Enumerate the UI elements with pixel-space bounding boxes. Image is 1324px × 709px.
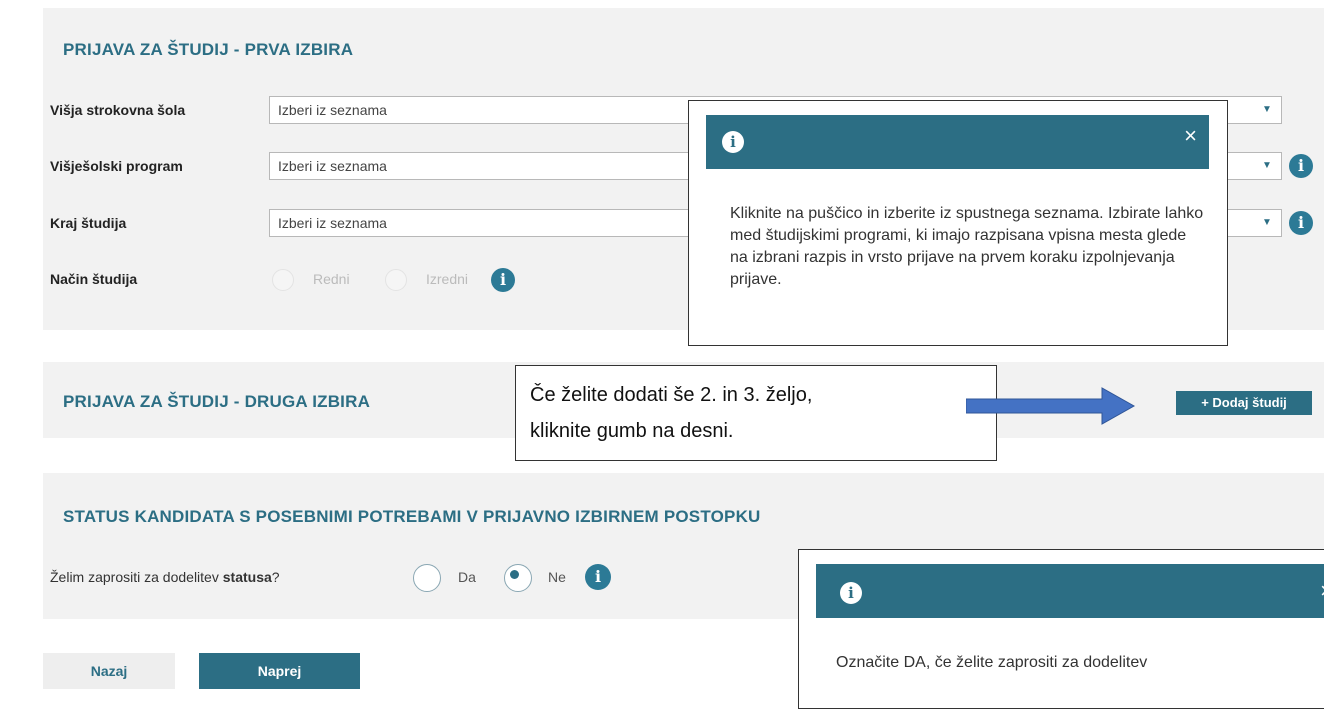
- status-info-popup: i × Označite DA, če želite zaprositi za …: [798, 549, 1324, 709]
- chevron-down-icon[interactable]: ▼: [1253, 97, 1281, 123]
- program-info-popup: i × Kliknite na puščico in izberite iz s…: [688, 100, 1228, 346]
- chevron-down-icon[interactable]: ▼: [1253, 153, 1281, 179]
- pointer-arrow-icon: [966, 387, 1136, 425]
- back-button[interactable]: Nazaj: [43, 653, 175, 689]
- info-icon[interactable]: i: [585, 564, 611, 590]
- popup-text: Označite DA, če želite zaprositi za dode…: [836, 654, 1148, 671]
- part-time-radio-label: Izredni: [426, 271, 469, 287]
- study-mode-label: Način študija: [50, 271, 138, 287]
- status-yes-radio[interactable]: [413, 564, 441, 592]
- callout-line-2: kliknite gumb na desni.: [530, 420, 734, 442]
- close-icon[interactable]: ×: [1184, 125, 1197, 147]
- study-location-select-value: Izberi iz seznama: [278, 215, 387, 231]
- status-question-bold: statusa: [222, 569, 272, 585]
- status-question-text: Želim zaprositi za dodelitev: [50, 569, 223, 585]
- program-label: Višješolski program: [50, 158, 183, 174]
- status-no-label: Ne: [548, 569, 566, 585]
- second-choice-title: PRIJAVA ZA ŠTUDIJ - DRUGA IZBIRA: [63, 392, 371, 411]
- status-question-mark: ?: [271, 569, 280, 585]
- next-button[interactable]: Naprej: [199, 653, 360, 689]
- regular-radio[interactable]: [272, 269, 294, 291]
- first-choice-title: PRIJAVA ZA ŠTUDIJ - PRVA IZBIRA: [63, 40, 354, 59]
- info-icon: i: [722, 131, 744, 153]
- higher-school-select-value: Izberi iz seznama: [278, 102, 387, 118]
- higher-school-label: Višja strokovna šola: [50, 102, 186, 118]
- program-select-value: Izberi iz seznama: [278, 158, 387, 174]
- status-yes-label: Da: [458, 569, 476, 585]
- popup-text: Kliknite na puščico in izberite iz spust…: [730, 205, 1204, 288]
- popup-header: i ×: [816, 564, 1324, 618]
- add-study-button[interactable]: + Dodaj študij: [1176, 391, 1312, 415]
- status-title: STATUS KANDIDATA S POSEBNIMI POTREBAMI V…: [63, 507, 761, 526]
- chevron-down-icon[interactable]: ▼: [1253, 210, 1281, 236]
- info-icon[interactable]: i: [1289, 154, 1313, 178]
- regular-radio-label: Redni: [313, 271, 350, 287]
- callout-line-1: Če želite dodati še 2. in 3. željo,: [530, 384, 813, 406]
- part-time-radio[interactable]: [385, 269, 407, 291]
- close-icon[interactable]: ×: [1320, 580, 1324, 602]
- info-icon: i: [840, 582, 862, 604]
- popup-header: i ×: [706, 115, 1209, 169]
- status-question: Želim zaprositi za dodelitev statusa?: [50, 569, 280, 585]
- info-icon[interactable]: i: [491, 268, 515, 292]
- study-location-label: Kraj študija: [50, 215, 127, 231]
- callout-box: Če želite dodati še 2. in 3. željo, klik…: [515, 365, 997, 461]
- status-no-radio[interactable]: [504, 564, 532, 592]
- info-icon[interactable]: i: [1289, 211, 1313, 235]
